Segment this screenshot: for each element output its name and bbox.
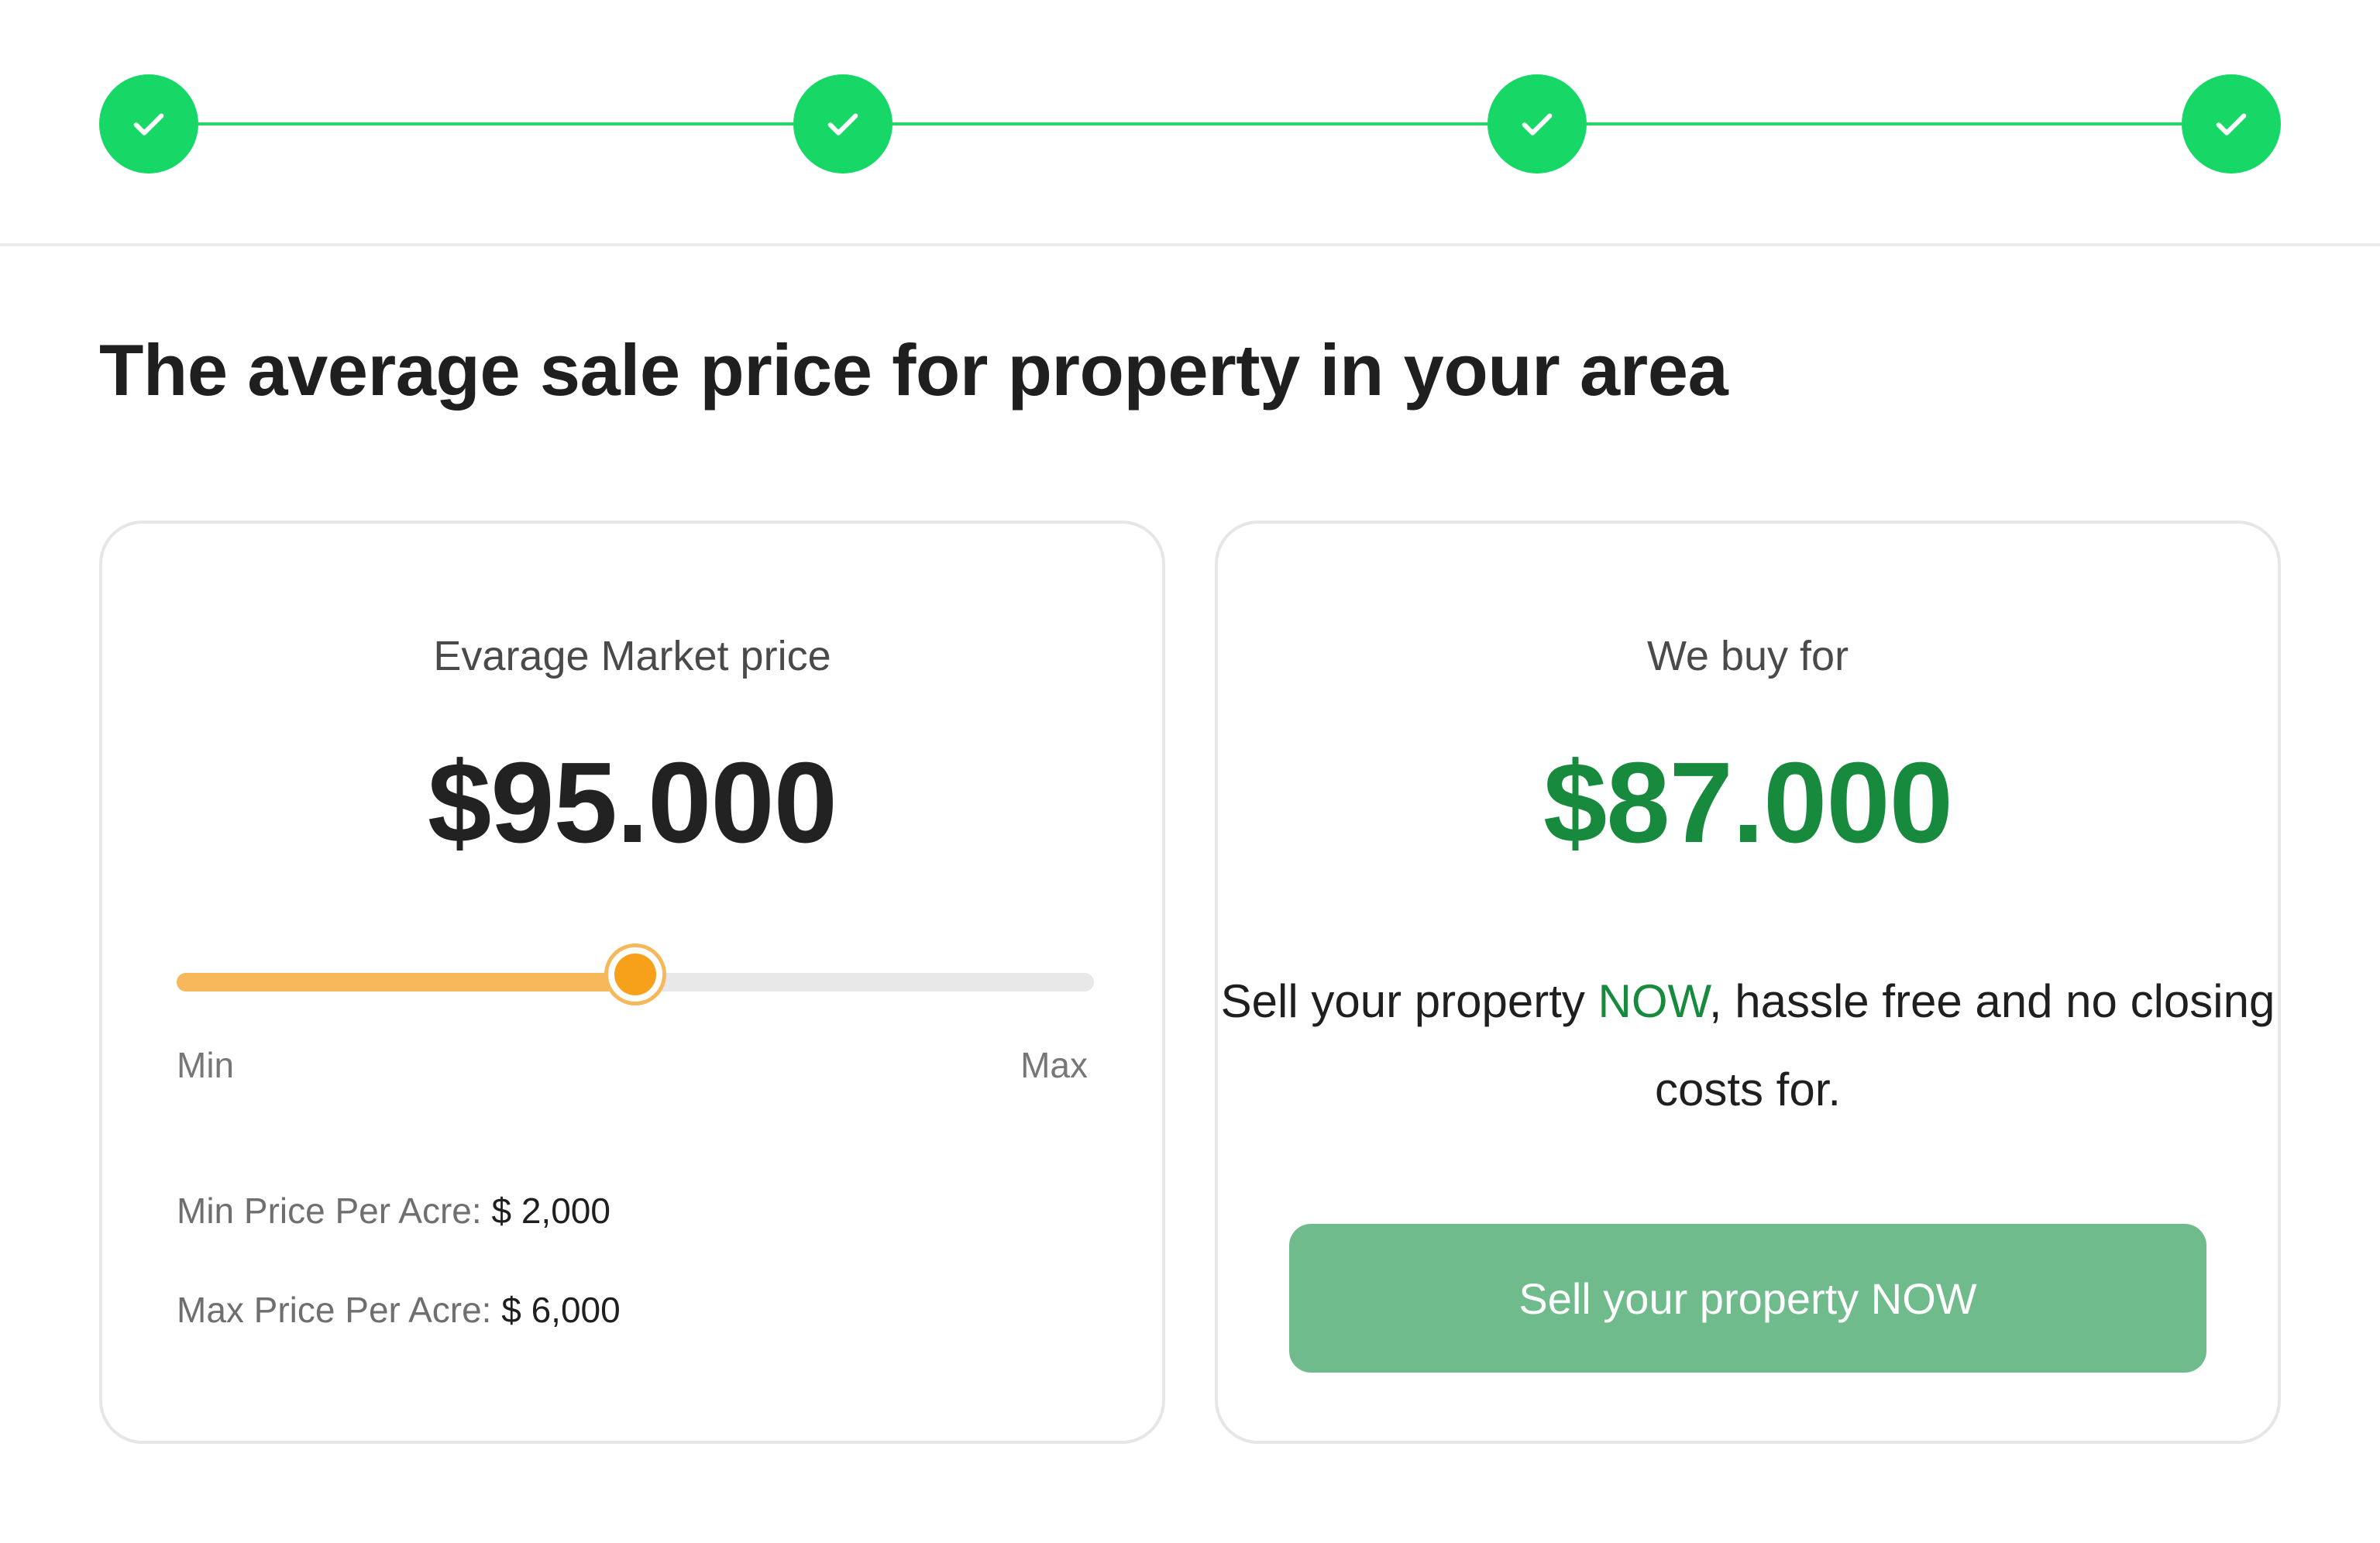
check-icon [827, 113, 858, 136]
slider-thumb[interactable] [604, 943, 666, 1005]
offer-card: We buy for $87.000 Sell your property NO… [1215, 521, 2281, 1444]
pitch-accent-now: NOW [1598, 975, 1709, 1027]
step-connector [1587, 122, 2182, 125]
sell-property-now-button[interactable]: Sell your property NOW [1289, 1224, 2206, 1373]
step-connector [892, 122, 1488, 125]
offer-label: We buy for [1646, 633, 1849, 679]
max-price-per-acre: Max Price Per Acre: $ 6,000 [177, 1289, 621, 1331]
min-price-per-acre: Min Price Per Acre: $ 2,000 [177, 1190, 610, 1232]
page: The average sale price for property in y… [0, 0, 2380, 1543]
min-price-label: Min Price Per Acre: [177, 1191, 482, 1231]
min-price-value: $ 2,000 [491, 1191, 610, 1231]
check-icon [1522, 113, 1553, 136]
step-1-completed[interactable] [99, 74, 198, 174]
offer-price-value: $87.000 [1543, 739, 1953, 867]
slider-min-label: Min [177, 1045, 235, 1085]
offer-pitch-text: Sell your property NOW, hassle free and … [1218, 957, 2278, 1134]
step-connector [198, 122, 793, 125]
step-4-completed[interactable] [2182, 74, 2281, 174]
check-icon [2216, 113, 2247, 136]
market-price-label: Evarage Market price [433, 633, 831, 679]
pitch-text-after: , hassle free and no closing costs for. [1654, 975, 2275, 1115]
step-2-completed[interactable] [793, 74, 892, 174]
progress-stepper [99, 74, 2281, 174]
page-title: The average sale price for property in y… [99, 329, 1728, 411]
max-price-label: Max Price Per Acre: [177, 1290, 492, 1330]
step-3-completed[interactable] [1488, 74, 1587, 174]
slider-fill [177, 973, 635, 991]
slider-thumb-dot [614, 954, 656, 995]
market-price-card: Evarage Market price $95.000 Min Max Min… [99, 521, 1165, 1444]
pitch-text-before: Sell your property [1220, 975, 1598, 1027]
max-price-value: $ 6,000 [501, 1290, 621, 1330]
market-price-value: $95.000 [428, 739, 837, 867]
check-icon [133, 113, 164, 136]
slider-max-label: Max [1020, 1045, 1088, 1085]
price-range-slider[interactable] [177, 943, 1094, 1005]
header-divider [0, 243, 2380, 246]
